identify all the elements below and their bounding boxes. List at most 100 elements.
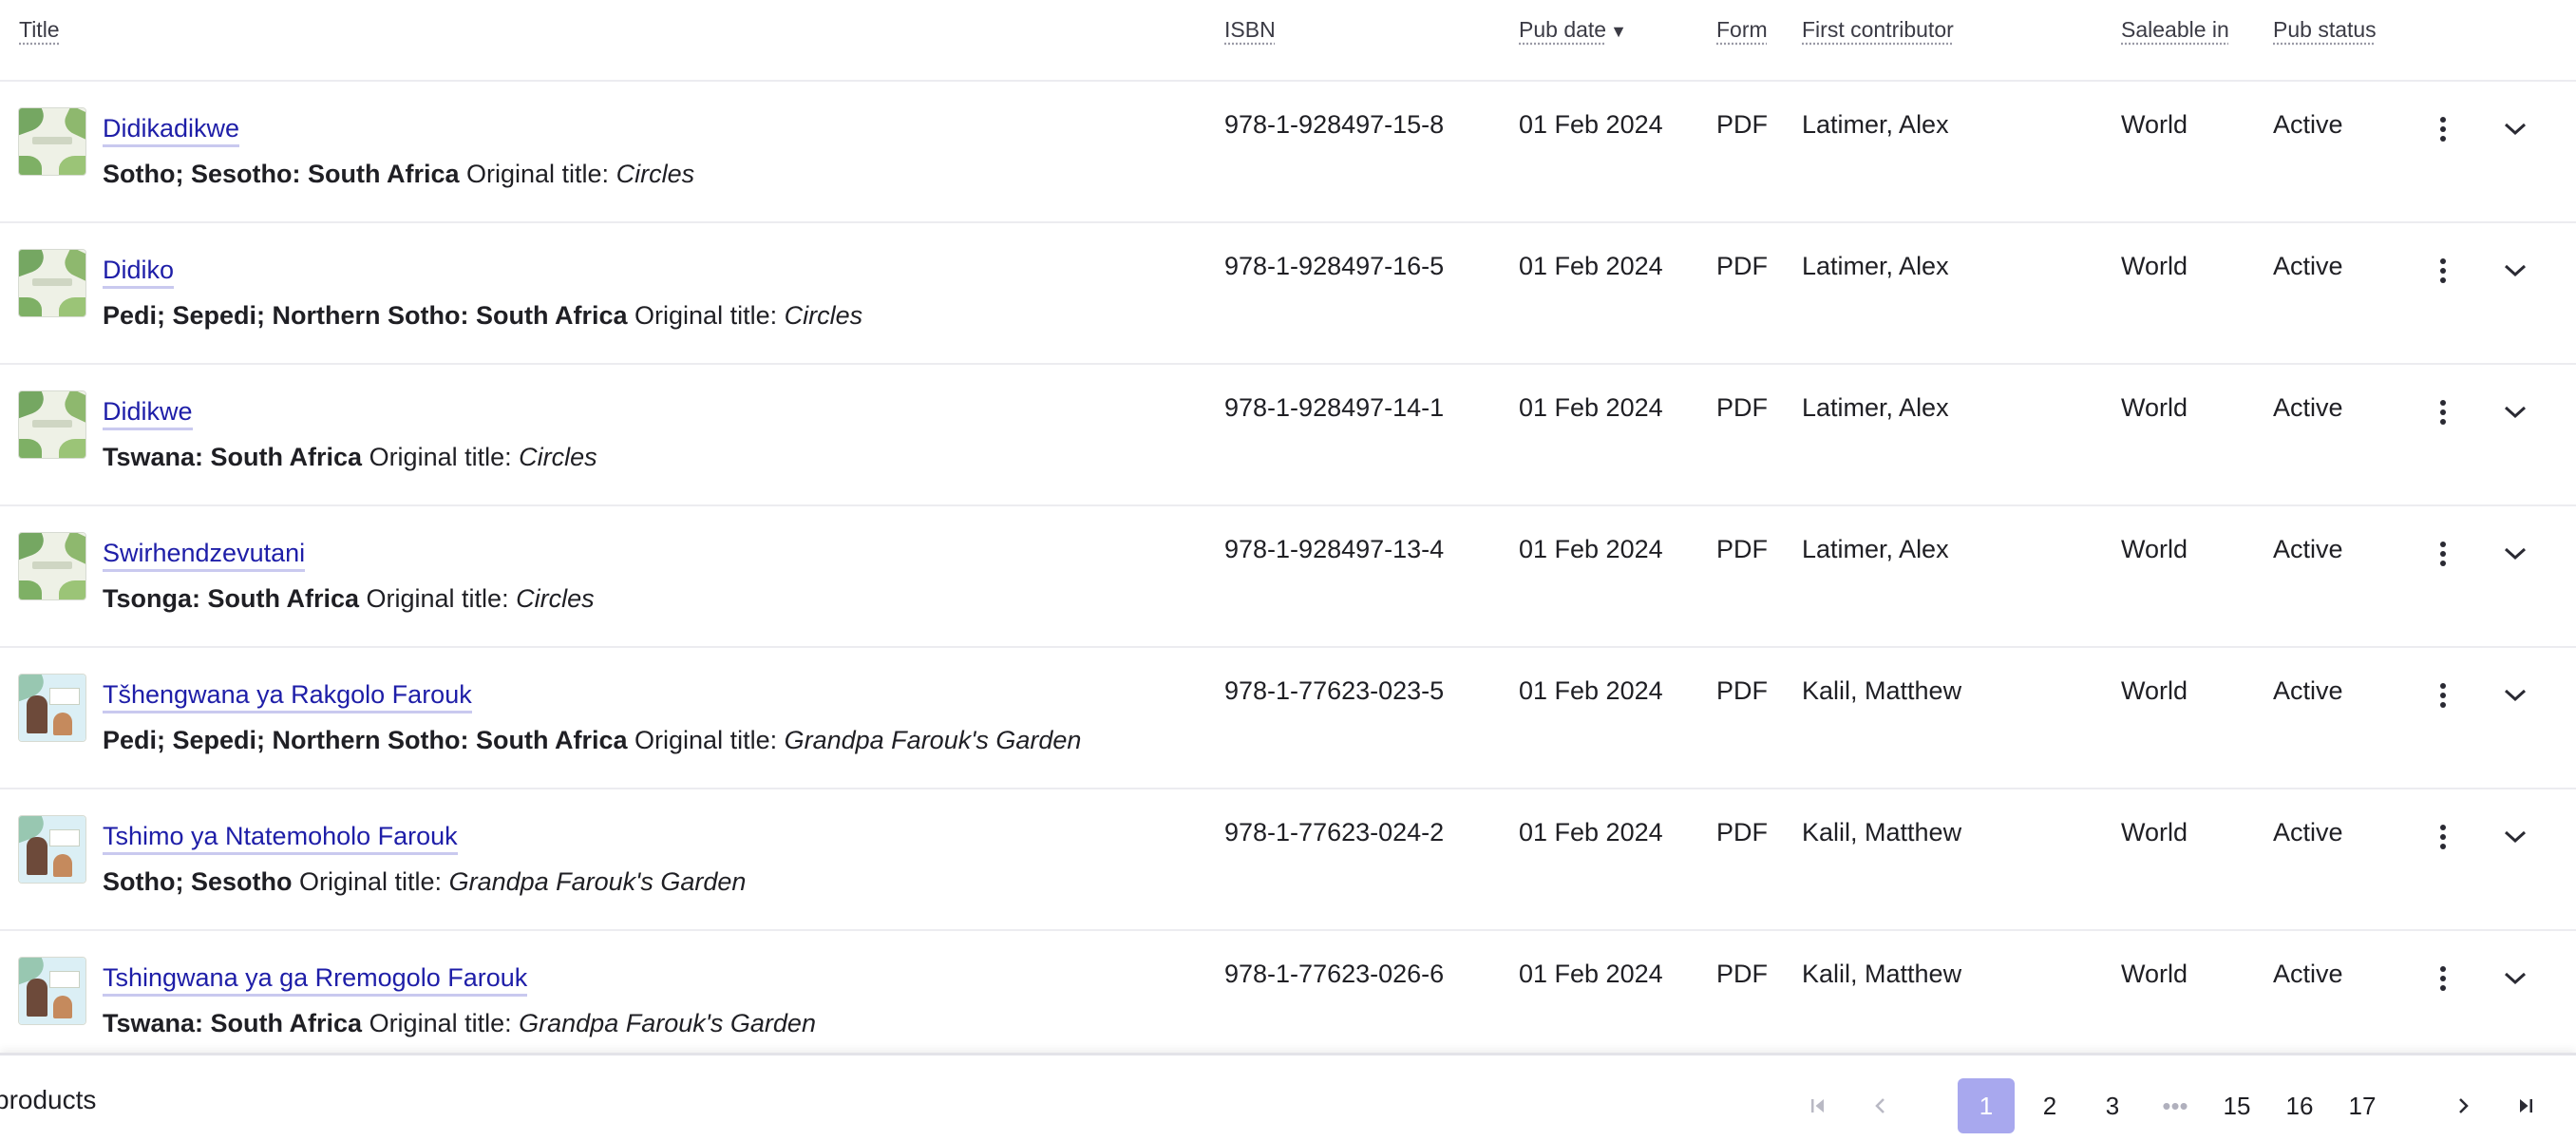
- vertical-dots-icon: [2440, 683, 2446, 708]
- pagination-ellipsis: •••: [2162, 1091, 2188, 1120]
- row-actions-button[interactable]: [2424, 818, 2462, 856]
- column-header-pub-date[interactable]: Pub date ▼: [1519, 17, 1627, 43]
- form-cell: PDF: [1716, 960, 1768, 988]
- vertical-dots-icon: [2440, 542, 2446, 566]
- page-16-button[interactable]: 16: [2281, 1078, 2319, 1133]
- product-title-link[interactable]: Tšhengwana ya Rakgolo Farouk: [103, 680, 472, 713]
- pub-status-cell: Active: [2273, 535, 2343, 563]
- saleable-in-cell: World: [2121, 960, 2188, 988]
- row-expand-button[interactable]: [2494, 675, 2536, 716]
- row-expand-button[interactable]: [2494, 816, 2536, 858]
- isbn-cell: 978-1-928497-13-4: [1224, 535, 1445, 563]
- chevron-down-icon: [2504, 830, 2527, 844]
- last-page-icon: [2520, 1099, 2532, 1112]
- original-title-label: Original title:: [635, 301, 778, 330]
- pub-date-cell: 01 Feb 2024: [1519, 676, 1663, 705]
- first-contributor-cell: Latimer, Alex: [1802, 535, 1949, 563]
- row-actions-button[interactable]: [2424, 393, 2462, 431]
- pub-status-cell: Active: [2273, 960, 2343, 988]
- form-cell: PDF: [1716, 535, 1768, 563]
- next-page-button[interactable]: [2442, 1078, 2484, 1133]
- chevron-down-icon: [2504, 972, 2527, 985]
- column-header-pub-status[interactable]: Pub status: [2273, 17, 2377, 43]
- language-label: Sotho; Sesotho: South Africa: [103, 160, 460, 188]
- row-actions-button[interactable]: [2424, 110, 2462, 148]
- column-header-first-contributor[interactable]: First contributor: [1802, 17, 1954, 43]
- isbn-cell: 978-1-928497-16-5: [1224, 252, 1445, 280]
- table-row: Didikadikwe Sotho; Sesotho: South Africa …: [0, 82, 2576, 223]
- row-expand-button[interactable]: [2494, 391, 2536, 433]
- pagination-bar: products 1 2 3 ••• 15 16 17: [0, 1053, 2576, 1141]
- page-1-button[interactable]: 1: [1958, 1078, 2015, 1133]
- page-2-button[interactable]: 2: [2033, 1078, 2067, 1133]
- first-contributor-cell: Kalil, Matthew: [1802, 960, 1962, 988]
- pub-date-cell: 01 Feb 2024: [1519, 110, 1663, 139]
- page-17-button[interactable]: 17: [2343, 1078, 2381, 1133]
- product-title-link[interactable]: Didikadikwe: [103, 114, 240, 147]
- original-title: Circles: [784, 301, 863, 330]
- previous-page-button[interactable]: [1860, 1078, 1902, 1133]
- book-cover-thumbnail[interactable]: [19, 533, 85, 599]
- product-subtitle: Sotho; Sesotho: South Africa Original ti…: [103, 160, 694, 189]
- saleable-in-cell: World: [2121, 818, 2188, 846]
- book-cover-thumbnail[interactable]: [19, 958, 85, 1024]
- pub-date-cell: 01 Feb 2024: [1519, 818, 1663, 846]
- pub-date-cell: 01 Feb 2024: [1519, 252, 1663, 280]
- first-contributor-cell: Latimer, Alex: [1802, 252, 1949, 280]
- column-header-title[interactable]: Title: [19, 17, 60, 43]
- row-expand-button[interactable]: [2494, 533, 2536, 575]
- product-title-link[interactable]: Swirhendzevutani: [103, 539, 306, 572]
- pub-date-label: Pub date: [1519, 17, 1607, 42]
- isbn-cell: 978-1-928497-15-8: [1224, 110, 1445, 139]
- pub-status-cell: Active: [2273, 676, 2343, 705]
- vertical-dots-icon: [2440, 400, 2446, 425]
- row-expand-button[interactable]: [2494, 108, 2536, 150]
- form-cell: PDF: [1716, 110, 1768, 139]
- column-header-saleable-in[interactable]: Saleable in: [2121, 17, 2229, 43]
- language-label: Tsonga: South Africa: [103, 584, 359, 613]
- chevron-down-icon: [2504, 123, 2527, 136]
- row-expand-button[interactable]: [2494, 250, 2536, 292]
- book-cover-thumbnail[interactable]: [19, 250, 85, 316]
- original-title-label: Original title:: [369, 443, 512, 471]
- vertical-dots-icon: [2440, 825, 2446, 849]
- table-row: Didikwe Tswana: South Africa Original tit…: [0, 365, 2576, 506]
- row-actions-button[interactable]: [2424, 960, 2462, 998]
- first-page-icon: [1811, 1099, 1824, 1112]
- product-title-link[interactable]: Tshingwana ya ga Rremogolo Farouk: [103, 963, 528, 997]
- book-cover-thumbnail[interactable]: [19, 108, 85, 175]
- pub-date-cell: 01 Feb 2024: [1519, 960, 1663, 988]
- book-cover-thumbnail[interactable]: [19, 675, 85, 741]
- product-title-link[interactable]: Tshimo ya Ntatemoholo Farouk: [103, 822, 458, 855]
- book-cover-thumbnail[interactable]: [19, 391, 85, 458]
- first-page-button[interactable]: [1797, 1078, 1839, 1133]
- page-15-button[interactable]: 15: [2218, 1078, 2256, 1133]
- product-title-link[interactable]: Didikwe: [103, 397, 193, 430]
- products-count-label: products: [0, 1085, 97, 1114]
- row-expand-button[interactable]: [2494, 958, 2536, 999]
- row-actions-button[interactable]: [2424, 252, 2462, 290]
- last-page-button[interactable]: [2505, 1078, 2547, 1133]
- product-subtitle: Pedi; Sepedi; Northern Sotho: South Afri…: [103, 301, 862, 331]
- pub-status-cell: Active: [2273, 110, 2343, 139]
- first-contributor-cell: Latimer, Alex: [1802, 110, 1949, 139]
- original-title-label: Original title:: [635, 726, 778, 754]
- product-title-link[interactable]: Didiko: [103, 256, 175, 289]
- table-header: Title ISBN Pub date ▼ Form First contribu…: [0, 0, 2576, 82]
- products-table: Title ISBN Pub date ▼ Form First contribu…: [0, 0, 2576, 1073]
- saleable-in-cell: World: [2121, 252, 2188, 280]
- product-subtitle: Tswana: South Africa Original title: Gra…: [103, 1009, 816, 1038]
- page-3-button[interactable]: 3: [2095, 1078, 2130, 1133]
- saleable-in-cell: World: [2121, 676, 2188, 705]
- column-header-isbn[interactable]: ISBN: [1224, 17, 1276, 43]
- original-title-label: Original title:: [366, 584, 509, 613]
- chevron-down-icon: [2504, 689, 2527, 702]
- row-actions-button[interactable]: [2424, 676, 2462, 714]
- book-cover-thumbnail[interactable]: [19, 816, 85, 883]
- original-title: Circles: [616, 160, 695, 188]
- language-label: Sotho; Sesotho: [103, 867, 293, 896]
- row-actions-button[interactable]: [2424, 535, 2462, 573]
- column-header-form[interactable]: Form: [1716, 17, 1768, 43]
- form-cell: PDF: [1716, 393, 1768, 422]
- first-contributor-cell: Kalil, Matthew: [1802, 818, 1962, 846]
